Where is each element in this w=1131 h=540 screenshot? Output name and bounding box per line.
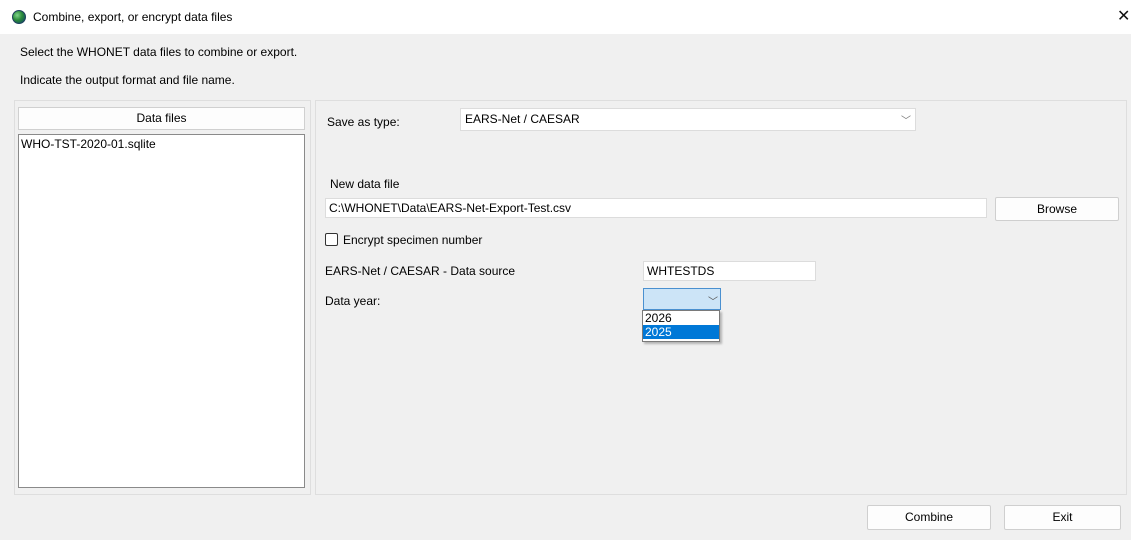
window-title: Combine, export, or encrypt data files (33, 10, 233, 24)
encrypt-specimen-checkbox[interactable] (325, 233, 338, 246)
data-files-list[interactable]: WHO-TST-2020-01.sqlite (18, 134, 305, 488)
new-data-file-label: New data file (330, 177, 400, 191)
chevron-down-icon: ﹀ (708, 297, 718, 308)
globe-icon (12, 10, 26, 24)
save-as-type-label: Save as type: (327, 115, 400, 129)
export-options-panel (315, 100, 1127, 495)
exit-button[interactable]: Exit (1004, 505, 1121, 530)
data-year-dropdown-list[interactable]: 2026 2025 (642, 310, 720, 342)
save-as-type-select[interactable]: EARS-Net / CAESAR ﹀ (460, 108, 916, 131)
data-source-label: EARS-Net / CAESAR - Data source (325, 264, 516, 278)
data-source-field[interactable]: WHTESTDS (643, 261, 816, 281)
data-year-option-2025[interactable]: 2025 (643, 325, 719, 339)
instruction-output-format: Indicate the output format and file name… (20, 73, 235, 87)
encrypt-specimen-label: Encrypt specimen number (343, 233, 483, 247)
data-year-label: Data year: (325, 294, 381, 308)
browse-button[interactable]: Browse (995, 197, 1119, 221)
instruction-select-files: Select the WHONET data files to combine … (20, 45, 298, 59)
combine-button[interactable]: Combine (867, 505, 991, 530)
title-bar: Combine, export, or encrypt data files ✕ (0, 0, 1131, 34)
save-as-type-value: EARS-Net / CAESAR (465, 112, 580, 126)
data-year-select[interactable]: ﹀ (643, 288, 721, 310)
chevron-down-icon: ﹀ (901, 116, 911, 127)
data-year-option-2026[interactable]: 2026 (643, 311, 719, 325)
data-files-header[interactable]: Data files (18, 107, 305, 130)
close-icon[interactable]: ✕ (1117, 6, 1130, 26)
new-data-file-path-field[interactable]: C:\WHONET\Data\EARS-Net-Export-Test.csv (325, 198, 987, 218)
list-item[interactable]: WHO-TST-2020-01.sqlite (19, 135, 304, 153)
